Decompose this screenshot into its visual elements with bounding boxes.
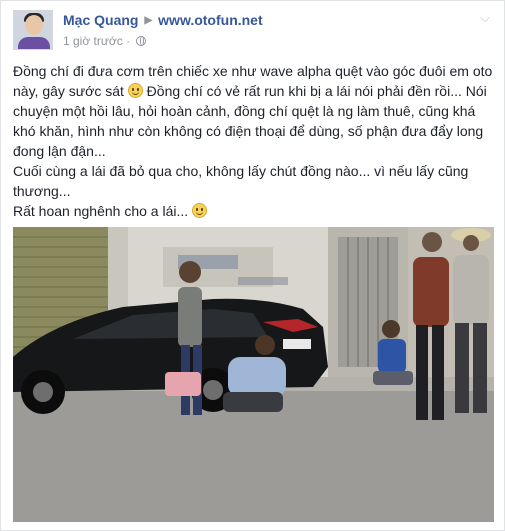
post-text: Đồng chí đi đưa cơm trên chiếc xe như wa… [13,61,498,221]
post-timestamp[interactable]: 1 giờ trước [63,34,123,48]
post-paragraph-3: Rất hoan nghênh cho a lái... [13,201,498,221]
shared-to-arrow-icon: ▶ [144,15,153,26]
facebook-post: Mạc Quang ▶ www.otofun.net 1 giờ trước · ⌵… [0,0,505,531]
post-photo[interactable] [13,227,494,522]
target-page-link[interactable]: www.otofun.net [158,12,262,28]
paragraph-2-text: Cuối cùng a lái đã bỏ qua cho, không lấy… [13,163,469,199]
author-avatar[interactable] [13,10,53,50]
author-name-link[interactable]: Mạc Quang [63,12,138,28]
avatar-shirt [18,37,50,49]
paragraph-3-text: Rất hoan nghênh cho a lái... [13,203,193,219]
chevron-down-icon[interactable]: ⌵ [478,11,492,24]
meta-separator: · [126,34,134,48]
post-meta: 1 giờ trước · [63,34,474,48]
post-header: Mạc Quang ▶ www.otofun.net 1 giờ trước · [63,11,474,51]
author-line: Mạc Quang ▶ www.otofun.net [63,11,474,30]
street-scene-image [13,227,494,522]
globe-icon[interactable] [136,36,147,46]
smile-emoji-icon [127,83,143,98]
post-paragraph-1: Đồng chí đi đưa cơm trên chiếc xe như wa… [13,61,498,161]
post-paragraph-2: Cuối cùng a lái đã bỏ qua cho, không lấy… [13,161,498,201]
smile-emoji-icon [192,203,208,218]
avatar-face [25,15,43,35]
